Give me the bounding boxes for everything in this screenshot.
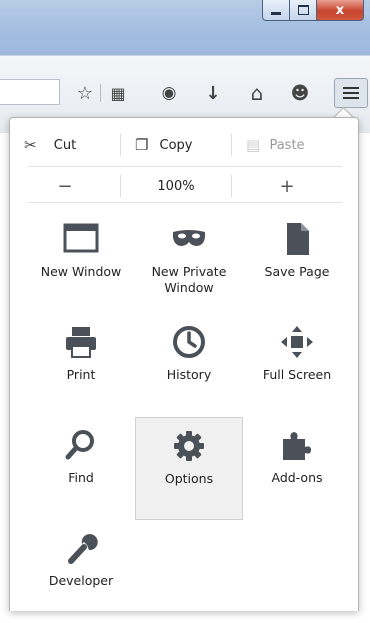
printer-icon bbox=[66, 327, 96, 358]
downloads-icon: ↓ bbox=[205, 82, 221, 104]
maximize-button[interactable] bbox=[290, 0, 317, 21]
copy-button[interactable]: ❐ Copy bbox=[120, 134, 231, 156]
tile-label: History bbox=[166, 367, 212, 382]
history-clock-icon bbox=[173, 326, 205, 358]
close-button[interactable]: x bbox=[317, 0, 364, 21]
paste-label: Paste bbox=[269, 137, 305, 153]
bookmark-star-icon: ☆ bbox=[76, 82, 94, 104]
puzzle-piece-icon bbox=[283, 432, 311, 460]
hamburger-icon bbox=[343, 87, 359, 99]
tile-label: New Window bbox=[40, 264, 122, 279]
home-button[interactable]: ⌂ bbox=[244, 80, 270, 106]
tile-label: Find bbox=[68, 470, 94, 485]
pocket-button[interactable]: ◉ bbox=[156, 80, 182, 106]
bookmarks-list-icon: ▦ bbox=[110, 83, 126, 103]
zoom-out-button[interactable]: − bbox=[10, 175, 120, 197]
bookmark-star-button[interactable]: ☆ bbox=[72, 80, 98, 106]
new-window-icon bbox=[63, 223, 99, 253]
minimize-icon bbox=[271, 11, 281, 15]
private-mask-icon bbox=[172, 230, 206, 246]
row-divider bbox=[28, 202, 342, 203]
gear-icon bbox=[174, 431, 204, 461]
maximize-icon bbox=[297, 5, 309, 15]
zoom-reset-button[interactable]: 100% bbox=[120, 175, 231, 197]
clipboard-icon: ▤ bbox=[246, 136, 261, 154]
close-icon: x bbox=[335, 2, 345, 18]
save-page-icon bbox=[287, 223, 309, 255]
window-titlebar: x bbox=[0, 0, 370, 55]
copy-icon: ❐ bbox=[135, 136, 149, 154]
find-button[interactable]: Find bbox=[27, 417, 135, 520]
tile-label: Save Page bbox=[264, 264, 330, 279]
tile-label: Print bbox=[66, 367, 96, 382]
home-icon: ⌂ bbox=[250, 81, 264, 105]
copy-label: Copy bbox=[159, 137, 193, 153]
add-ons-button[interactable]: Add-ons bbox=[243, 417, 351, 520]
hello-button[interactable]: ☻ bbox=[287, 80, 313, 106]
row-divider bbox=[28, 166, 342, 167]
zoom-in-button[interactable]: + bbox=[231, 175, 342, 197]
history-button[interactable]: History bbox=[135, 314, 243, 417]
fullscreen-icon bbox=[281, 326, 313, 358]
window-controls: x bbox=[262, 0, 364, 21]
tile-label: Add-ons bbox=[271, 470, 323, 485]
tile-label: Options bbox=[164, 471, 214, 486]
open-menu-button[interactable] bbox=[334, 78, 368, 108]
save-page-button[interactable]: Save Page bbox=[243, 211, 351, 314]
bookmarks-list-button[interactable]: ▦ bbox=[105, 80, 131, 106]
tile-label: New Private Window bbox=[151, 264, 227, 295]
zoom-controls: − 100% + bbox=[10, 173, 358, 199]
downloads-button[interactable]: ↓ bbox=[200, 80, 226, 106]
plus-icon: + bbox=[279, 175, 295, 197]
scissors-icon: ✂ bbox=[24, 136, 37, 154]
minimize-button[interactable] bbox=[262, 0, 290, 21]
toolbar-separator bbox=[100, 84, 101, 102]
new-window-button[interactable]: New Window bbox=[27, 211, 135, 314]
developer-button[interactable]: Developer bbox=[27, 520, 135, 623]
menu-grid: New Window New Private Window Save Page bbox=[27, 211, 349, 623]
pocket-icon: ◉ bbox=[161, 83, 177, 103]
wrench-icon bbox=[68, 534, 98, 564]
tile-label: Full Screen bbox=[262, 367, 332, 382]
print-button[interactable]: Print bbox=[27, 314, 135, 417]
edit-controls: ✂ Cut ❐ Copy ▤ Paste bbox=[10, 130, 358, 160]
cut-button[interactable]: ✂ Cut bbox=[10, 134, 120, 156]
new-private-window-button[interactable]: New Private Window bbox=[135, 211, 243, 314]
full-screen-button[interactable]: Full Screen bbox=[243, 314, 351, 417]
options-button[interactable]: Options bbox=[135, 417, 243, 520]
paste-button[interactable]: ▤ Paste bbox=[231, 134, 342, 156]
magnifier-icon bbox=[65, 430, 94, 460]
minus-icon: − bbox=[57, 175, 73, 197]
tile-label: Developer bbox=[48, 573, 114, 588]
hello-icon: ☻ bbox=[290, 82, 310, 104]
main-menu-panel: ✂ Cut ❐ Copy ▤ Paste − 100% + New Window bbox=[9, 117, 359, 611]
cut-label: Cut bbox=[53, 137, 77, 153]
url-bar[interactable] bbox=[0, 79, 60, 105]
zoom-level: 100% bbox=[157, 178, 195, 194]
